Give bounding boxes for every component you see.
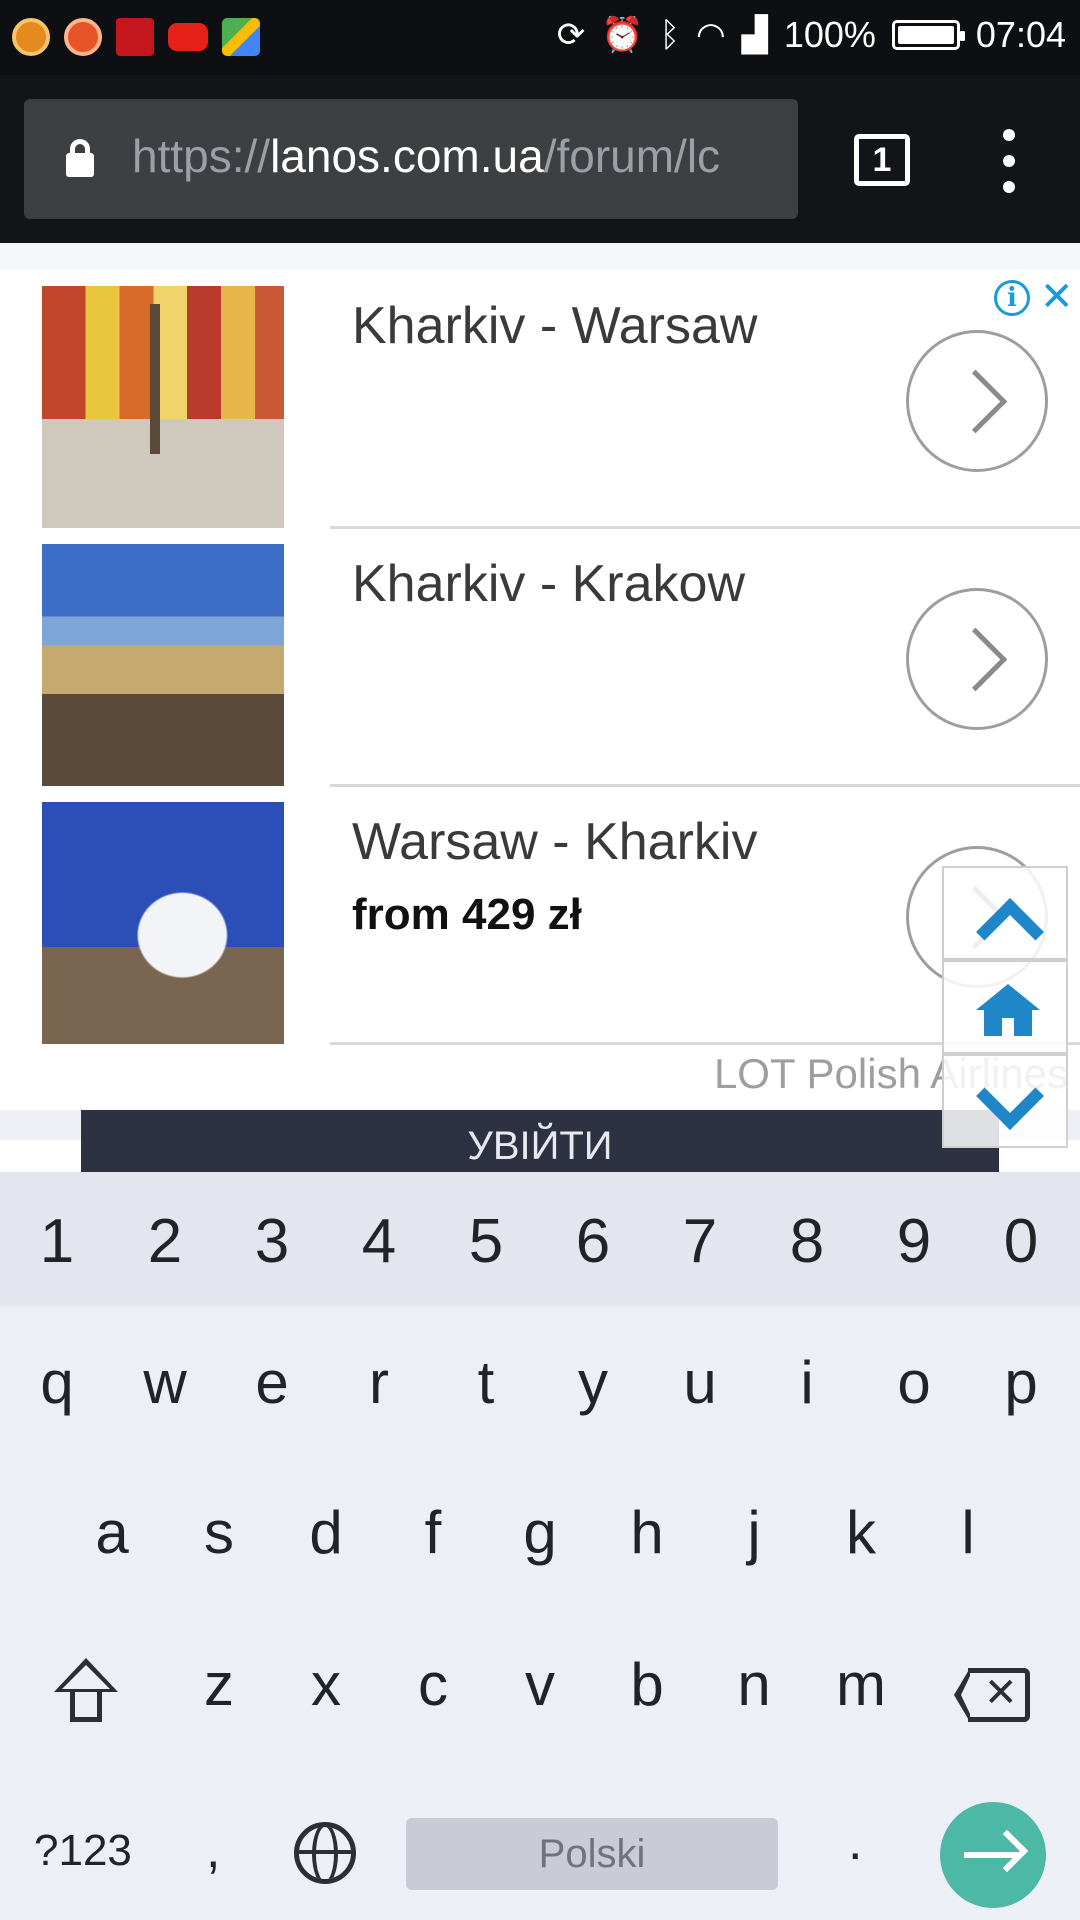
address-bar[interactable]: https://lanos.com.ua/forum/lc	[24, 99, 798, 219]
key-k[interactable]: k	[807, 1498, 915, 1567]
scroll-up-icon[interactable]	[942, 866, 1068, 960]
ad-item-price[interactable]: from 429 zł	[352, 890, 582, 940]
soft-keyboard: 1 2 3 4 5 6 7 8 9 0 q w e r t y u i o p …	[0, 1172, 1080, 1920]
symbols-key[interactable]: ?123	[34, 1826, 132, 1876]
flight-ad[interactable]: i ✕ Kharkiv - Warsaw Kharkiv - Krakow Wa…	[0, 270, 1080, 1110]
key-j[interactable]: j	[700, 1498, 808, 1567]
key-z[interactable]: z	[165, 1650, 273, 1719]
alarm-icon: ⏰	[601, 15, 644, 55]
comma-key[interactable]: ,	[206, 1820, 220, 1880]
page-top-strip	[0, 243, 1080, 270]
key-v[interactable]: v	[486, 1650, 594, 1719]
app-notification-1-icon	[12, 18, 50, 56]
ad-item-title[interactable]: Kharkiv - Krakow	[352, 554, 745, 614]
kharkiv-thumbnail[interactable]	[42, 802, 284, 1044]
ad-item-title[interactable]: Kharkiv - Warsaw	[352, 296, 757, 356]
key-0[interactable]: 0	[967, 1206, 1075, 1277]
key-c[interactable]: c	[379, 1650, 487, 1719]
rotate-icon: ⟳	[556, 15, 586, 55]
key-s[interactable]: s	[165, 1498, 273, 1567]
lock-icon[interactable]	[66, 139, 94, 177]
key-q[interactable]: q	[3, 1348, 111, 1417]
key-e[interactable]: e	[218, 1348, 326, 1417]
app-notification-3-icon	[116, 18, 154, 56]
home-icon[interactable]	[942, 960, 1068, 1054]
key-y[interactable]: y	[539, 1348, 647, 1417]
key-a[interactable]: a	[58, 1498, 166, 1567]
chevron-right-icon[interactable]	[906, 588, 1048, 730]
space-bar[interactable]: Polski	[406, 1818, 778, 1890]
backspace-icon[interactable]: ✕	[954, 1668, 1030, 1722]
key-2[interactable]: 2	[111, 1206, 219, 1277]
signal-icon: ▟	[741, 15, 768, 55]
ad-item-kharkiv-krakow[interactable]: Kharkiv - Krakow	[0, 528, 1080, 786]
key-6[interactable]: 6	[539, 1206, 647, 1277]
warsaw-thumbnail[interactable]	[42, 286, 284, 528]
key-7[interactable]: 7	[646, 1206, 754, 1277]
bluetooth-icon: ᛒ	[659, 15, 680, 55]
app-notification-2-icon	[64, 18, 102, 56]
key-i[interactable]: i	[753, 1348, 861, 1417]
key-b[interactable]: b	[593, 1650, 701, 1719]
tab-switcher-button[interactable]: 1	[854, 134, 910, 186]
wifi-icon: ◠	[696, 15, 726, 55]
shift-icon[interactable]	[54, 1658, 118, 1726]
key-u[interactable]: u	[646, 1348, 754, 1417]
url-scheme: https://	[132, 130, 271, 182]
ad-item-title[interactable]: Warsaw - Kharkiv	[352, 812, 757, 872]
battery-icon	[891, 20, 965, 50]
url-text[interactable]: https://lanos.com.ua/forum/lc	[132, 129, 720, 183]
keyboard-bottom-row: ?123 , Polski .	[0, 1792, 1080, 1920]
key-l[interactable]: l	[914, 1498, 1022, 1567]
overflow-menu-icon[interactable]	[990, 129, 1030, 193]
key-4[interactable]: 4	[325, 1206, 433, 1277]
key-h[interactable]: h	[593, 1498, 701, 1567]
period-key[interactable]: .	[848, 1812, 862, 1872]
login-button[interactable]: УВІЙТИ	[81, 1110, 999, 1172]
url-path: /forum/lc	[543, 130, 721, 182]
key-t[interactable]: t	[432, 1348, 540, 1417]
notification-icons	[12, 18, 260, 56]
key-n[interactable]: n	[700, 1650, 808, 1719]
battery-percent: 100%	[783, 14, 876, 55]
key-d[interactable]: d	[272, 1498, 380, 1567]
ad-item-warsaw-kharkiv[interactable]: Warsaw - Kharkiv from 429 zł	[0, 786, 1080, 1044]
clock: 07:04	[975, 14, 1066, 55]
scroll-down-icon[interactable]	[942, 1054, 1068, 1148]
ad-item-kharkiv-warsaw[interactable]: Kharkiv - Warsaw	[0, 270, 1080, 528]
key-w[interactable]: w	[111, 1348, 219, 1417]
key-9[interactable]: 9	[860, 1206, 968, 1277]
krakow-thumbnail[interactable]	[42, 544, 284, 786]
key-m[interactable]: m	[807, 1650, 915, 1719]
browser-toolbar: https://lanos.com.ua/forum/lc 1	[0, 75, 1080, 243]
key-o[interactable]: o	[860, 1348, 968, 1417]
key-x[interactable]: x	[272, 1650, 380, 1719]
key-1[interactable]: 1	[3, 1206, 111, 1277]
key-3[interactable]: 3	[218, 1206, 326, 1277]
status-bar: ⟳ ⏰ ᛒ ◠ ▟ 100% 07:04	[0, 0, 1080, 75]
number-row: 1 2 3 4 5 6 7 8 9 0	[0, 1172, 1080, 1306]
url-host: lanos.com.ua	[270, 130, 544, 182]
key-f[interactable]: f	[379, 1498, 487, 1567]
enter-arrow-icon[interactable]	[940, 1802, 1046, 1908]
key-r[interactable]: r	[325, 1348, 433, 1417]
chevron-right-icon[interactable]	[906, 330, 1048, 472]
globe-icon[interactable]	[294, 1822, 356, 1884]
floating-page-nav	[942, 866, 1068, 1148]
maps-icon	[222, 18, 260, 56]
key-8[interactable]: 8	[753, 1206, 861, 1277]
key-5[interactable]: 5	[432, 1206, 540, 1277]
key-p[interactable]: p	[967, 1348, 1075, 1417]
key-g[interactable]: g	[486, 1498, 594, 1567]
system-status: ⟳ ⏰ ᛒ ◠ ▟ 100% 07:04	[557, 14, 1066, 56]
youtube-icon	[168, 23, 208, 51]
